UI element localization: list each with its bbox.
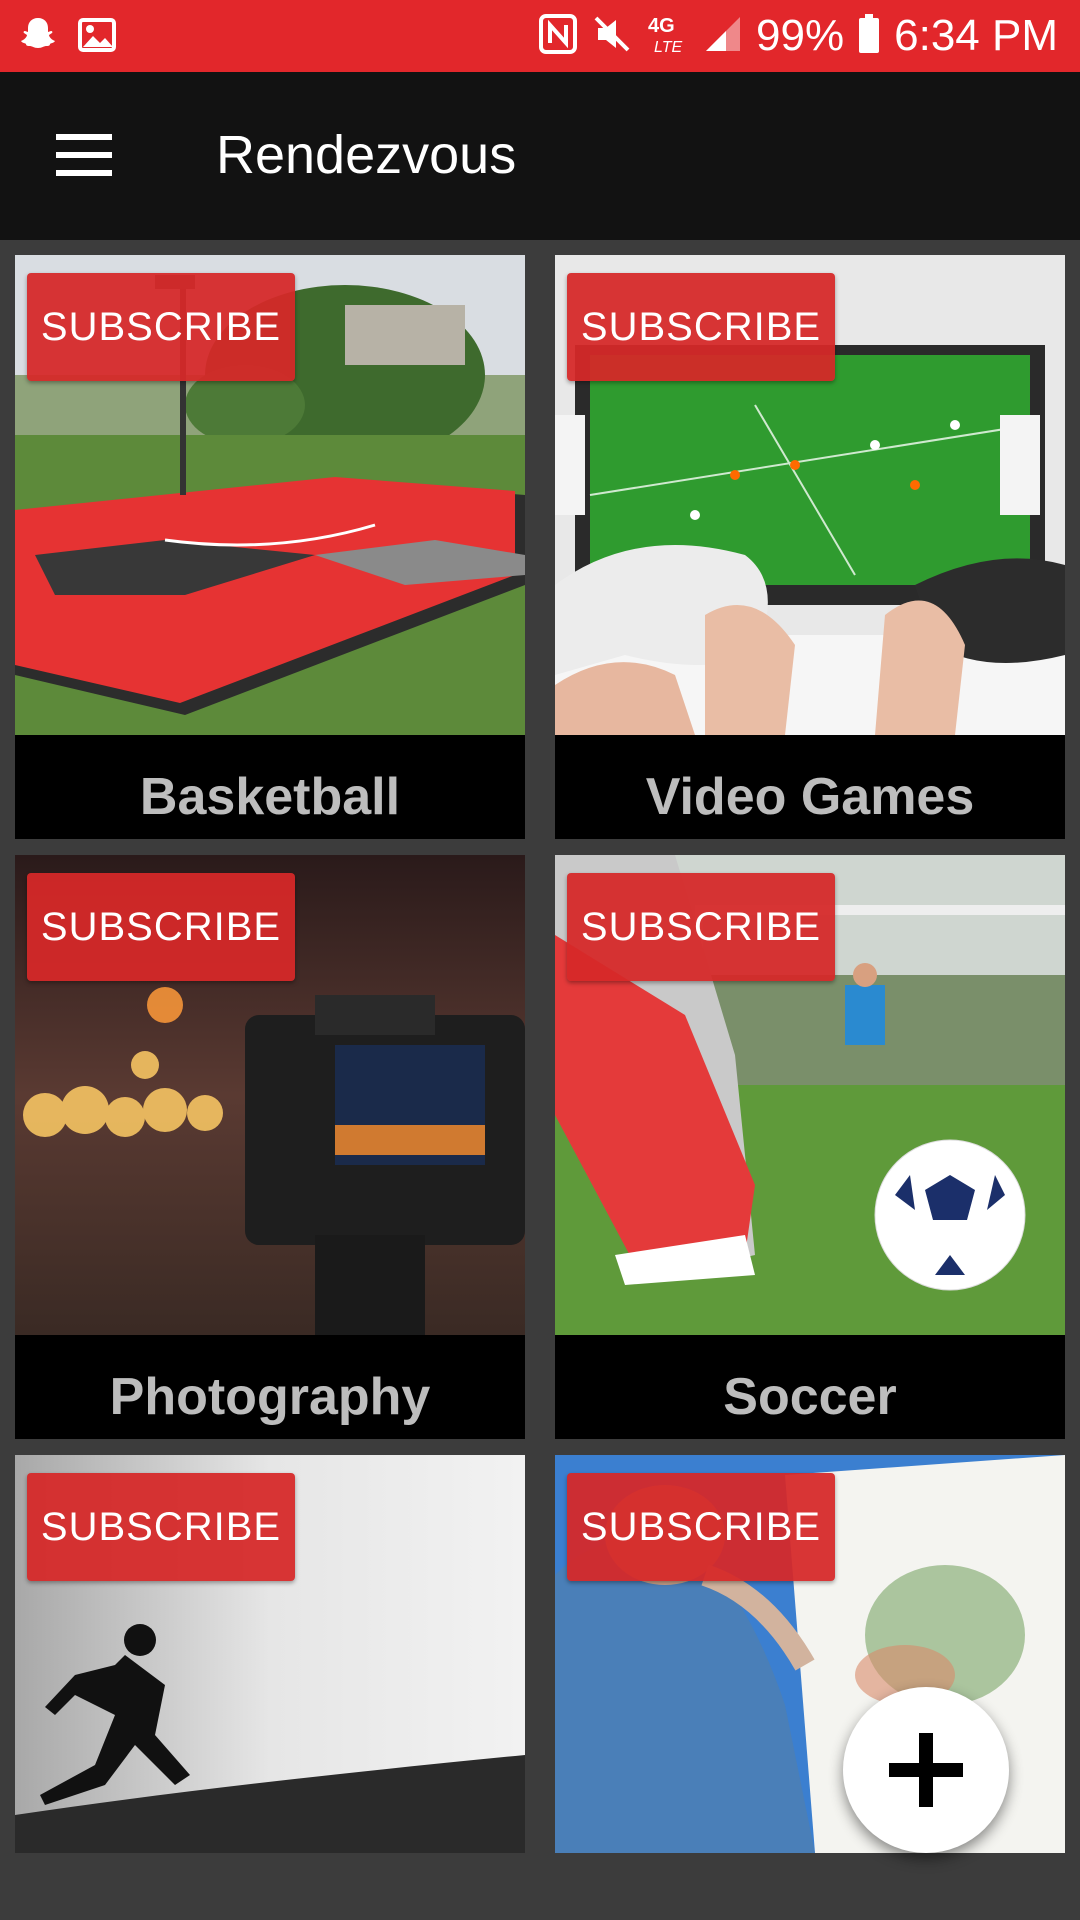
subscribe-button[interactable]: SUBSCRIBE [567, 1473, 835, 1581]
subscribe-button[interactable]: SUBSCRIBE [567, 273, 835, 381]
gallery-icon [78, 18, 116, 56]
snapchat-icon [20, 16, 56, 58]
card-title: Video Games [555, 735, 1065, 839]
status-bar: 4G LTE 99% 6:34 PM [0, 0, 1080, 72]
battery-percent: 99% [756, 11, 845, 60]
subscribe-button[interactable]: SUBSCRIBE [567, 873, 835, 981]
category-card-photography[interactable]: SUBSCRIBE Photography [15, 855, 525, 1439]
subscribe-button[interactable]: SUBSCRIBE [27, 273, 295, 381]
signal-icon [704, 15, 742, 57]
card-title: Soccer [555, 1335, 1065, 1439]
battery-icon [858, 14, 880, 58]
nfc-icon [538, 13, 578, 59]
hamburger-menu-icon[interactable] [56, 134, 112, 176]
subscribe-button[interactable]: SUBSCRIBE [27, 873, 295, 981]
svg-text:LTE: LTE [654, 39, 682, 56]
add-category-button[interactable] [843, 1687, 1009, 1853]
category-card-soccer[interactable]: SUBSCRIBE Soccer [555, 855, 1065, 1439]
category-card-video-games[interactable]: SUBSCRIBE Video Games [555, 255, 1065, 839]
category-card-basketball[interactable]: SUBSCRIBE Basketball [15, 255, 525, 839]
app-title: Rendezvous [216, 125, 517, 185]
card-title: Photography [15, 1335, 525, 1439]
category-card-running[interactable]: SUBSCRIBE [15, 1455, 525, 1853]
mute-icon [592, 14, 632, 58]
subscribe-button[interactable]: SUBSCRIBE [27, 1473, 295, 1581]
card-title: Basketball [15, 735, 525, 839]
app-bar: Rendezvous [0, 72, 1080, 240]
lte-icon: 4G LTE [646, 12, 690, 60]
bottom-background [0, 1855, 1080, 1920]
svg-text:4G: 4G [648, 15, 675, 37]
clock: 6:34 PM [894, 11, 1058, 60]
